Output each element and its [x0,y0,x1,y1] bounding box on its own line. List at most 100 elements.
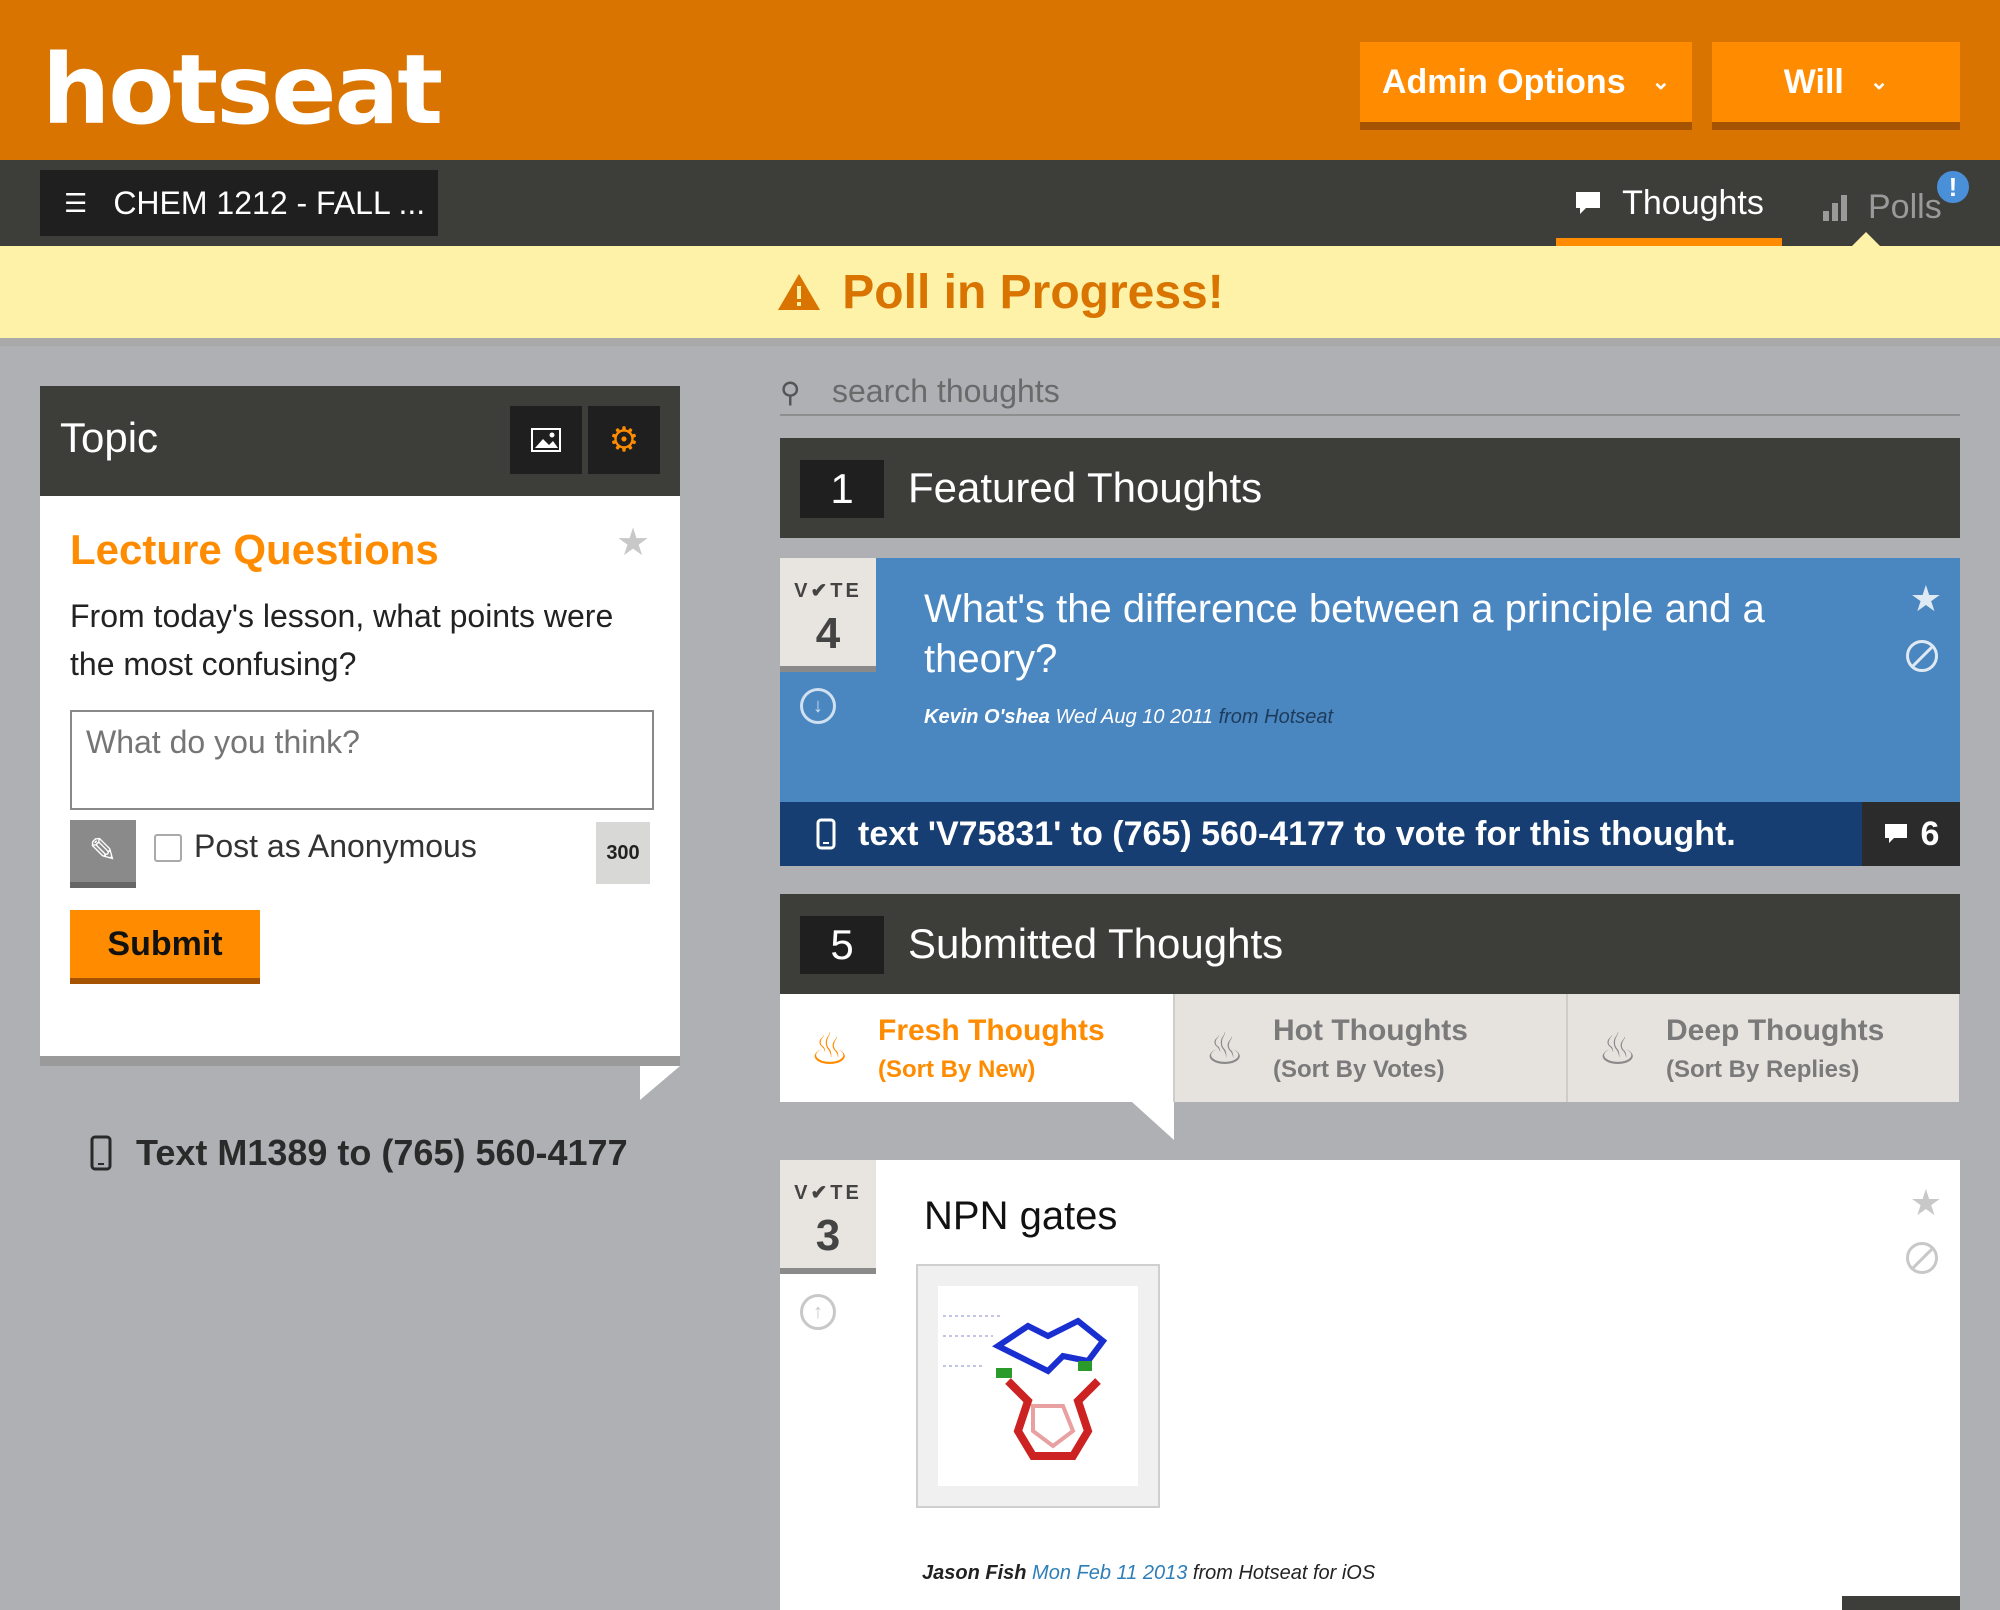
thought-text[interactable]: What's the difference between a principl… [924,584,1804,684]
tab-hot-thoughts[interactable]: ♨ Hot Thoughts (Sort By Votes) [1173,994,1566,1102]
arrow-up-icon[interactable]: ↑ [800,1294,836,1330]
star-icon[interactable]: ★ [616,520,650,565]
bar-chart-icon [1823,195,1847,221]
sort-tab-gap [780,1102,1174,1140]
logo-text: hotseat [42,34,443,146]
polls-alert-badge: ! [1934,168,1972,206]
topic-description: From today's lesson, what points were th… [70,598,614,682]
tab-thoughts[interactable]: Thoughts [1556,160,1782,246]
thought-text[interactable]: NPN gates [924,1194,1117,1239]
image-icon [531,428,561,452]
vote-column: V✔TE 3 ↑ [780,1160,876,1610]
top-header: hotseat Admin Options ⌄ Will ⌄ [0,0,2000,160]
text-instruction-label: Text M1389 to (765) 560-4177 [136,1132,628,1173]
sort-tab-fold [1132,1102,1174,1140]
submitted-thoughts-header: 5 Submitted Thoughts [780,894,1960,994]
chevron-down-icon: ⌄ [1651,69,1671,94]
user-menu-button[interactable]: Will ⌄ [1712,42,1960,130]
vote-count: 3 [815,1211,841,1260]
block-icon[interactable] [1906,1242,1938,1274]
featured-thoughts-header: 1 Featured Thoughts [780,438,1960,538]
sort-tab-sub: (Sort By Votes) [1273,1056,1445,1083]
vote-label: V✔TE [794,1182,862,1204]
thought-meta: Kevin O'shea Wed Aug 10 2011 from Hotsea… [924,706,1333,729]
replies-button[interactable]: 6 [1862,802,1960,866]
speech-bubble-icon [1576,192,1601,214]
thought-card: V✔TE 3 ↑ NPN gates ★ Jason Fish Mon Feb … [780,1160,1960,1610]
submitted-title: Submitted Thoughts [908,920,1284,967]
anonymous-label[interactable]: Post as Anonymous [194,828,477,865]
sort-tab-name: Deep Thoughts [1666,1014,1885,1047]
chevron-down-icon: ⌄ [1869,69,1889,94]
search-input[interactable] [832,370,1932,412]
warning-icon [778,274,821,310]
topic-header: Topic ⚙ [40,386,680,496]
search-bar: ⚲ [780,370,1960,416]
course-nav-bar: ☰ CHEM 1212 - FALL ... Thoughts Polls [0,160,2000,246]
star-icon[interactable]: ★ [1910,1182,1942,1224]
course-selector-button[interactable]: ☰ CHEM 1212 - FALL ... [40,170,438,236]
sort-tab-sub: (Sort By New) [878,1056,1036,1083]
sort-tab-sub: (Sort By Replies) [1666,1056,1860,1083]
arrow-down-icon[interactable]: ↓ [800,688,836,724]
admin-options-button[interactable]: Admin Options ⌄ [1360,42,1692,130]
anonymous-checkbox[interactable] [154,834,182,862]
character-count: 300 [596,822,650,884]
submitted-count: 5 [800,916,884,974]
search-icon: ⚲ [780,377,801,408]
thought-author: Kevin O'shea [924,706,1050,728]
block-icon[interactable] [1906,640,1938,672]
admin-options-label: Admin Options [1381,62,1626,101]
attachment-thumbnail[interactable] [916,1264,1160,1508]
speech-bubble-icon [1884,824,1907,843]
thought-date[interactable]: Mon Feb 11 2013 [1032,1562,1187,1584]
sms-vote-text: text 'V75831' to (765) 560-4177 to vote … [858,814,1736,853]
poll-in-progress-banner[interactable]: Poll in Progress! [0,246,2000,346]
thought-source: from Hotseat [1218,706,1334,728]
flame-icon: ♨ [810,1025,850,1074]
tab-polls-label: Polls [1868,187,1942,226]
hotseat-logo[interactable]: hotseat [42,18,443,146]
topic-image-button[interactable] [510,406,582,474]
paperclip-icon: ✎ [88,832,118,870]
topic-header-title: Topic [60,414,159,461]
phone-icon [90,1135,112,1171]
attach-button[interactable]: ✎ [70,820,136,888]
featured-thought-card: V✔TE 4 ↓ What's the difference between a… [780,558,1960,802]
vote-button[interactable]: V✔TE 3 [780,1160,876,1274]
thought-source: from Hotseat for iOS [1192,1562,1376,1584]
vote-button[interactable]: V✔TE 4 [780,558,876,672]
user-name-label: Will [1783,62,1844,101]
star-icon[interactable]: ★ [1910,578,1942,620]
flame-icon: ♨ [1205,1025,1245,1074]
vote-column: V✔TE 4 ↓ [780,558,876,802]
sort-tabs: ♨ Fresh Thoughts (Sort By New) ♨ Hot Tho… [780,994,1960,1102]
featured-title: Featured Thoughts [908,464,1263,511]
topic-title: Lecture Questions [70,526,439,573]
text-instruction: Text M1389 to (765) 560-4177 [90,1132,628,1174]
thought-author: Jason Fish [922,1562,1027,1584]
reply-count: 6 [1920,814,1940,853]
gear-icon: ⚙ [608,421,640,459]
sort-tab-name: Fresh Thoughts [878,1014,1105,1047]
phone-icon [816,818,836,850]
vote-label: V✔TE [794,580,862,602]
tab-thoughts-label: Thoughts [1622,183,1764,222]
molecule-image [938,1286,1138,1486]
tab-fresh-thoughts[interactable]: ♨ Fresh Thoughts (Sort By New) [780,994,1173,1102]
tab-deep-thoughts[interactable]: ♨ Deep Thoughts (Sort By Replies) [1566,994,1959,1102]
list-icon: ☰ [64,187,88,218]
topic-card-fold-triangle [640,1066,680,1100]
topic-settings-button[interactable]: ⚙ [588,406,660,474]
sort-tab-name: Hot Thoughts [1273,1014,1468,1047]
flame-icon: ♨ [1598,1025,1638,1074]
topic-card: Lecture Questions ★ From today's lesson,… [40,496,680,1066]
vote-count: 4 [815,609,841,658]
card-action-button[interactable] [1842,1596,1960,1610]
course-name: CHEM 1212 - FALL ... [113,184,426,221]
featured-count: 1 [800,460,884,518]
submit-button[interactable]: Submit [70,910,260,984]
thought-meta: Jason Fish Mon Feb 11 2013 from Hotseat … [922,1562,1375,1585]
thought-input[interactable] [70,710,654,810]
sms-vote-bar: text 'V75831' to (765) 560-4177 to vote … [780,802,1960,866]
